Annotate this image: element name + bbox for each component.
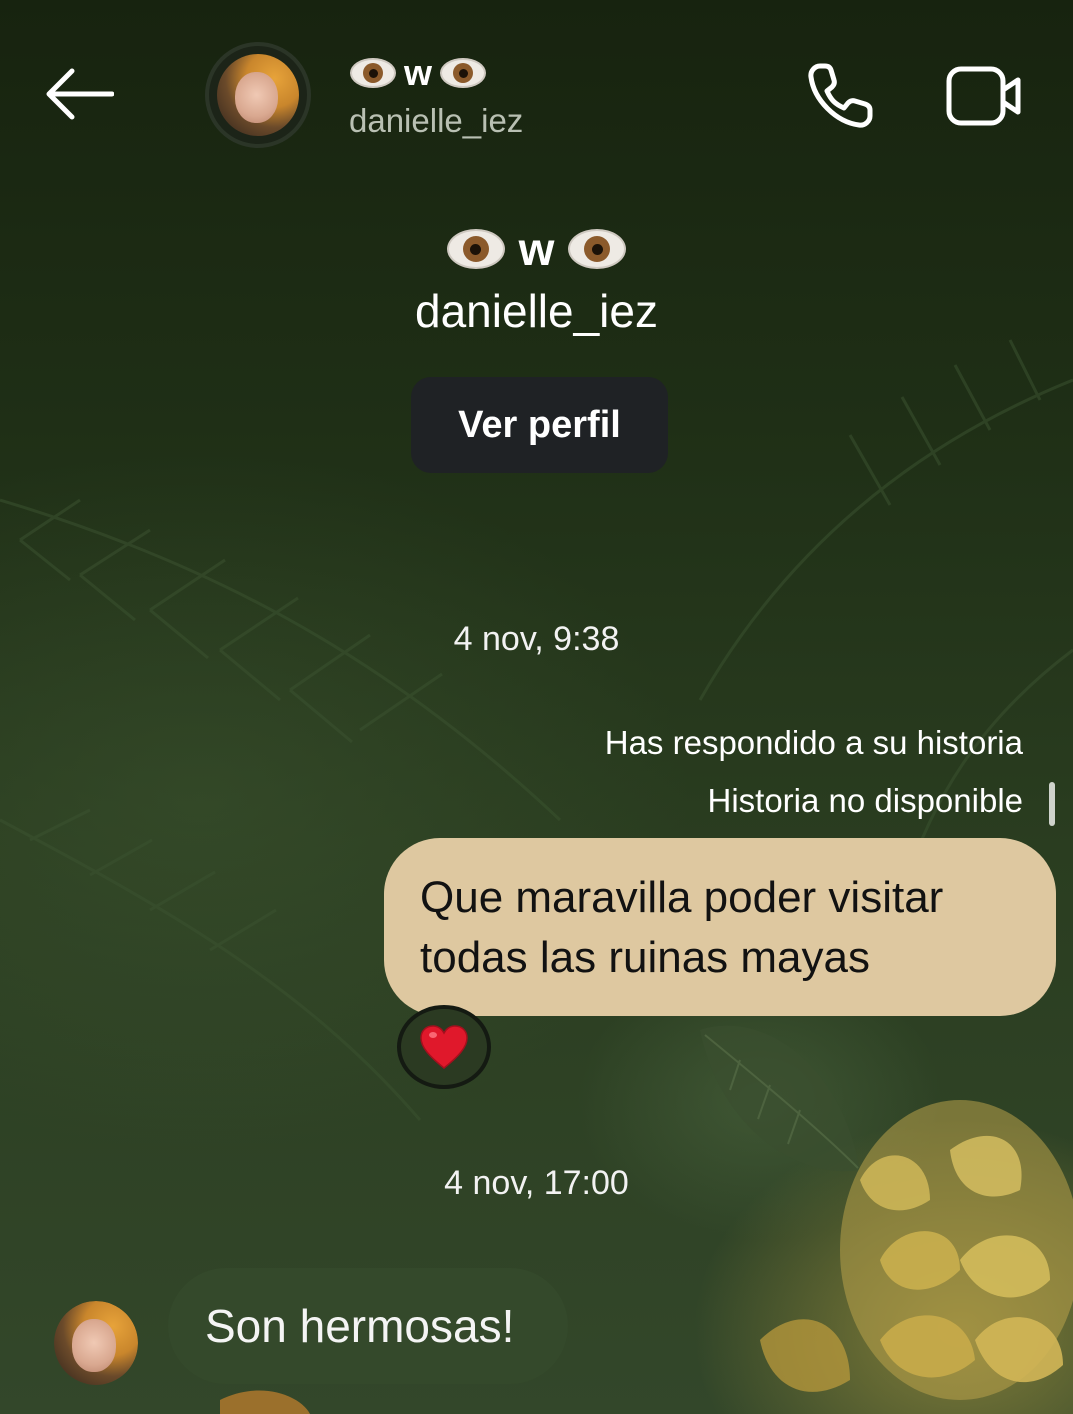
eye-emoji [350, 58, 396, 88]
story-unavailable-label: Historia no disponible [707, 782, 1023, 819]
header-username[interactable]: danielle_iez [349, 102, 523, 140]
header-name-text: w [404, 52, 433, 93]
avatar-photo [54, 1301, 138, 1385]
profile-username: danielle_iez [415, 285, 658, 337]
avatar-photo [217, 54, 299, 136]
back-button[interactable] [44, 62, 124, 126]
view-profile-button[interactable]: Ver perfil [411, 377, 668, 473]
heart-reaction[interactable] [397, 1005, 491, 1089]
timestamp: 4 nov, 9:38 [453, 620, 620, 658]
header-display-name[interactable]: w [350, 52, 487, 94]
eye-emoji [440, 58, 487, 88]
eye-emoji [446, 229, 505, 269]
timestamp: 4 nov, 17:00 [444, 1164, 629, 1202]
eye-emoji [568, 229, 627, 269]
heart-icon [420, 1025, 468, 1069]
profile-name-text: w [518, 223, 555, 275]
received-message-bubble[interactable]: Son hermosas! [168, 1268, 568, 1384]
phone-icon [808, 63, 873, 128]
voice-call-button[interactable] [806, 60, 876, 130]
sender-avatar[interactable] [54, 1301, 138, 1385]
video-camera-icon [946, 66, 1021, 126]
back-arrow-icon [46, 68, 114, 120]
profile-display-name: w [0, 222, 1073, 276]
story-reply-bar [1049, 782, 1055, 826]
header-avatar[interactable] [205, 42, 311, 148]
story-reply-note: Has respondido a su historia [604, 724, 1023, 761]
sent-message-bubble[interactable]: Que maravilla poder visitar todas las ru… [384, 838, 1056, 1016]
video-call-button[interactable] [945, 64, 1025, 128]
